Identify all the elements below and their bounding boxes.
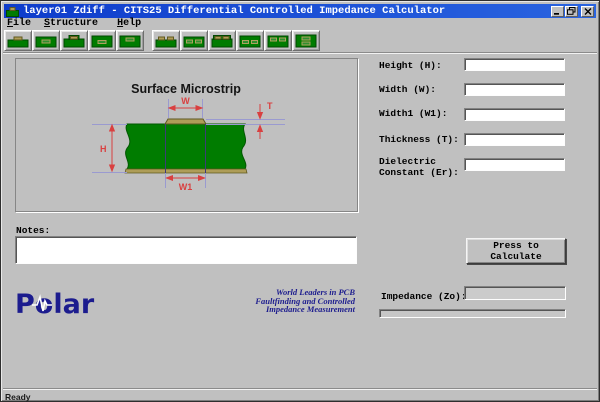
notes-label: Notes: [16, 225, 50, 236]
close-icon [584, 8, 592, 15]
menu-structure[interactable]: Structure [44, 18, 98, 30]
window-title: layer01 Zdiff - CITS25 Differential Cont… [23, 5, 445, 18]
toolbar-diff-broadside-stripline-button[interactable] [292, 30, 320, 51]
toolbar-offset-stripline-button[interactable] [88, 30, 116, 51]
embedded-microstrip-icon [35, 33, 57, 49]
diff-coated-microstrip-icon [211, 33, 233, 49]
trace-shape [165, 119, 206, 124]
dim-label-h: H [100, 144, 107, 154]
dim-label-w1: W1 [179, 182, 193, 192]
close-button[interactable] [581, 6, 594, 17]
impedance-result-field [464, 286, 566, 300]
dim-label-w: W [181, 96, 190, 106]
application-window: layer01 Zdiff - CITS25 Differential Cont… [0, 0, 600, 402]
diff-embedded-microstrip-icon [183, 33, 205, 49]
restore-button[interactable] [565, 6, 578, 17]
toolbar-stripline-button[interactable] [116, 30, 144, 51]
diagram-title: Surface Microstrip [131, 82, 241, 96]
toolbar-diff-embedded-microstrip-button[interactable] [180, 30, 208, 51]
dim-label-t: T [267, 101, 273, 111]
toolbar-diff-stripline-button[interactable] [264, 30, 292, 51]
menu-help[interactable]: Help [117, 18, 141, 30]
menu-bar: File Structure Help [7, 18, 154, 30]
thickness-input[interactable] [464, 133, 565, 146]
menu-file[interactable]: File [7, 18, 31, 30]
dielectric-input[interactable] [464, 158, 565, 171]
toolbar-surface-microstrip-button[interactable] [4, 30, 32, 51]
toolbar-coated-microstrip-button[interactable] [60, 30, 88, 51]
progress-bar [379, 309, 566, 318]
toolbar [4, 30, 320, 51]
diff-surface-microstrip-icon [155, 33, 177, 49]
impedance-label: Impedance (Zo): [381, 291, 467, 302]
thickness-label: Thickness (T): [379, 134, 467, 145]
toolbar-divider [3, 52, 597, 54]
width1-input[interactable] [464, 108, 565, 121]
height-label: Height (H): [379, 60, 467, 71]
coated-microstrip-icon [63, 33, 85, 49]
toolbar-diff-surface-microstrip-button[interactable] [152, 30, 180, 51]
notes-input[interactable] [15, 236, 357, 264]
width1-label: Width1 (W1): [379, 108, 467, 119]
pcb-icon [6, 6, 19, 17]
stripline-icon [119, 33, 141, 49]
surface-microstrip-icon [7, 33, 29, 49]
minimize-button[interactable] [551, 6, 564, 17]
ground-plane-shape [125, 169, 247, 173]
offset-stripline-icon [91, 33, 113, 49]
height-input[interactable] [464, 58, 565, 71]
surface-microstrip-diagram: Surface Microstrip [16, 59, 357, 211]
minimize-icon [553, 8, 562, 15]
polar-logo-text: Polar [15, 289, 95, 318]
diff-broadside-stripline-icon [295, 33, 317, 49]
diff-offset-stripline-icon [239, 33, 261, 49]
substrate-shape [126, 124, 246, 169]
dielectric-label: Dielectric Constant (Er): [379, 156, 467, 178]
polar-logo: Polar [15, 288, 110, 323]
toolbar-embedded-microstrip-button[interactable] [32, 30, 60, 51]
title-bar[interactable]: layer01 Zdiff - CITS25 Differential Cont… [4, 4, 596, 18]
width-input[interactable] [464, 83, 565, 96]
calculate-button[interactable]: Press to Calculate [466, 238, 566, 264]
toolbar-diff-offset-stripline-button[interactable] [236, 30, 264, 51]
structure-diagram-panel: Surface Microstrip [15, 58, 358, 212]
status-text: Ready [5, 392, 31, 402]
diff-stripline-icon [267, 33, 289, 49]
restore-icon [567, 7, 576, 15]
status-bar-divider [3, 388, 597, 390]
toolbar-diff-coated-microstrip-button[interactable] [208, 30, 236, 51]
tagline: World Leaders in PCB Faultfinding and Co… [195, 288, 355, 314]
width-label: Width (W): [379, 84, 467, 95]
